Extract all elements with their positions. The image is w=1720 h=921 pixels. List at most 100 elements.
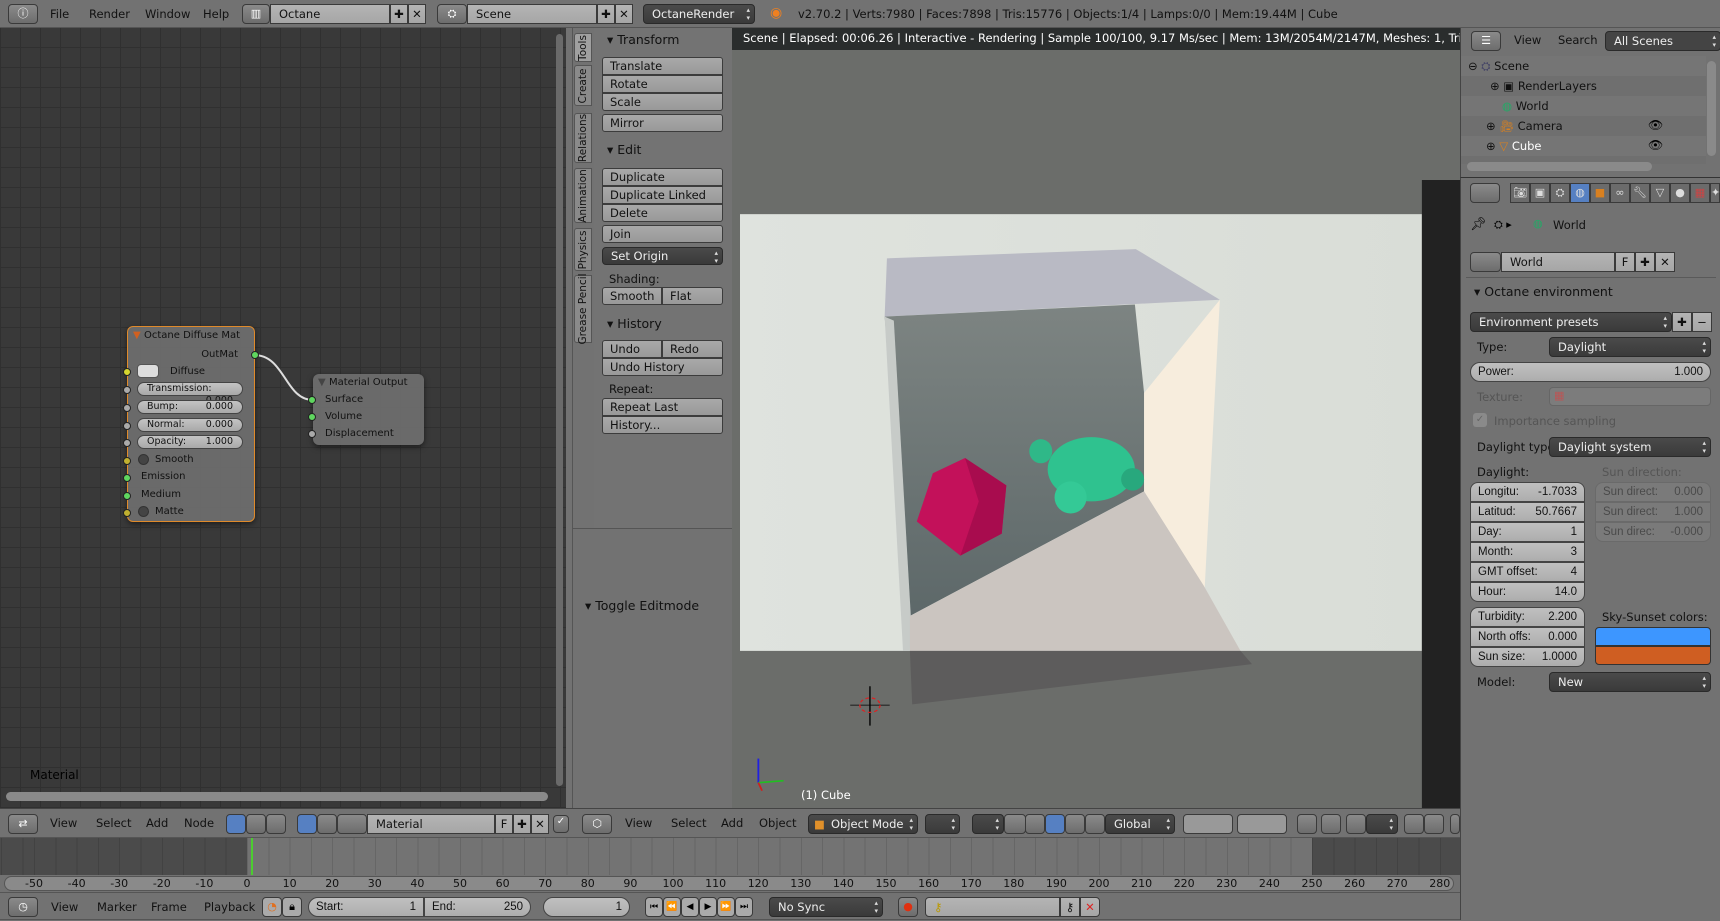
start-frame-field[interactable]: Start: 1 [308, 897, 424, 917]
shader-nodes-icon[interactable] [226, 814, 246, 834]
rotate-button[interactable]: Rotate [602, 75, 723, 93]
daylight-type-dropdown[interactable]: Daylight system [1549, 437, 1711, 457]
collapse-icon[interactable]: ⊖ [1468, 59, 1478, 73]
jump-start-button[interactable]: ⏮ [645, 897, 663, 917]
bump-field[interactable]: Bump: 0.000 [137, 400, 243, 414]
menu-add[interactable]: Add [146, 809, 168, 837]
turbidity-field[interactable]: Turbidity: 2.200 [1470, 607, 1585, 627]
camera-visibility-eye-icon[interactable]: 👁︎ [1648, 118, 1663, 132]
node-material-output[interactable]: ▼ Material Output Surface Volume Displac… [308, 374, 424, 445]
lock-range-icon[interactable]: 🔒︎ [282, 897, 302, 917]
history-panel-header[interactable]: ▾ History [607, 316, 662, 331]
outliner-item-cube[interactable]: ⊕ ▽ Cube [1486, 136, 1720, 156]
emission-socket[interactable] [123, 474, 131, 482]
layers-group-1[interactable] [1183, 814, 1233, 834]
tab-tools[interactable]: Tools [574, 33, 592, 62]
cube-visibility-eye-icon[interactable]: 👁︎ [1648, 138, 1663, 152]
environment-presets-dropdown[interactable]: Environment presets [1470, 312, 1672, 332]
join-button[interactable]: Join [602, 225, 723, 243]
smooth-socket[interactable] [123, 457, 131, 465]
proportional-edit-icon[interactable] [1321, 814, 1341, 834]
timeline[interactable] [0, 838, 1460, 875]
scene-tab-icon[interactable]: ⛭ [1550, 183, 1570, 203]
menu-frame[interactable]: Frame [151, 893, 187, 921]
longitude-field[interactable]: Longitu: -1.7033 [1470, 482, 1585, 502]
pause-render-icon[interactable] [1450, 814, 1460, 834]
world-browse-icon[interactable] [1470, 252, 1501, 272]
model-dropdown[interactable]: New [1549, 672, 1711, 692]
texture-nodes-icon[interactable] [266, 814, 286, 834]
play-reverse-button[interactable]: ◀ [681, 897, 699, 917]
set-origin-dropdown[interactable]: Set Origin [602, 247, 723, 265]
screen-layout-icon[interactable]: ▥ [242, 4, 270, 24]
diffuse-socket[interactable] [123, 368, 131, 376]
redo-button[interactable]: Redo [662, 340, 723, 358]
world-remove-button[interactable]: ✕ [1655, 252, 1675, 272]
jump-keyframe-forward-button[interactable]: ⏩ [717, 897, 735, 917]
snap-icon[interactable] [1346, 814, 1366, 834]
octane-environment-panel-header[interactable]: ▾ Octane environment [1474, 284, 1613, 299]
repeat-last-button[interactable]: Repeat Last [602, 398, 723, 416]
sun-direction-y-field[interactable]: Sun direct: 1.000 [1595, 502, 1711, 522]
end-frame-field[interactable]: End: 250 [424, 897, 531, 917]
render-engine-dropdown[interactable]: OctaneRender [643, 4, 755, 24]
current-frame-field[interactable]: 1 [543, 897, 630, 917]
sun-direction-z-field[interactable]: Sun direc: -0.000 [1595, 522, 1711, 542]
playhead[interactable] [251, 838, 254, 875]
edit-panel-header[interactable]: ▾ Edit [607, 142, 641, 157]
shade-smooth-button[interactable]: Smooth [602, 287, 662, 305]
screen-name-field[interactable]: Octane [270, 4, 390, 24]
sun-size-field[interactable]: Sun size: 1.0000 [1470, 647, 1585, 667]
world-shader-icon[interactable] [317, 814, 337, 834]
material-name-field[interactable]: Material [367, 814, 495, 834]
snap-element-dropdown[interactable] [1366, 814, 1398, 834]
outliner-item-renderlayers[interactable]: ⊕ ▣ RenderLayers [1490, 76, 1720, 96]
tab-animation[interactable]: Animation [574, 168, 592, 223]
manipulator-toggle-icon[interactable] [1004, 814, 1026, 834]
editor-type-icon[interactable]: ⬡ [582, 814, 612, 834]
outliner-scrollbar-h[interactable] [1467, 162, 1652, 171]
medium-socket[interactable] [123, 492, 131, 500]
world-fake-user-button[interactable]: F [1615, 252, 1635, 272]
rotate-manipulator-icon[interactable] [1065, 814, 1085, 834]
month-field[interactable]: Month: 3 [1470, 542, 1585, 562]
hour-field[interactable]: Hour: 14.0 [1470, 582, 1585, 602]
manipulator-axes-icon[interactable] [1025, 814, 1045, 834]
screen-remove-button[interactable]: ✕ [408, 4, 426, 24]
render-opengl-icon[interactable] [1404, 814, 1424, 834]
expand-icon[interactable]: ⊕ [1486, 139, 1496, 153]
scale-button[interactable]: Scale [602, 93, 723, 111]
object-shader-icon[interactable] [297, 814, 317, 834]
menu-playback[interactable]: Playback [204, 893, 255, 921]
viewport-shading-dropdown[interactable] [925, 814, 960, 834]
play-button[interactable]: ▶ [699, 897, 717, 917]
keying-set-field[interactable]: ⚷ [925, 897, 1060, 917]
menu-select[interactable]: Select [96, 809, 131, 837]
day-field[interactable]: Day: 1 [1470, 522, 1585, 542]
jump-end-button[interactable]: ⏭ [735, 897, 753, 917]
material-add-button[interactable]: ✚ [513, 814, 531, 834]
outliner-item-scene[interactable]: ⊖ ⛭ Scene [1468, 56, 1708, 76]
world-add-button[interactable]: ✚ [1635, 252, 1655, 272]
sun-direction-x-field[interactable]: Sun direct: 0.000 [1595, 482, 1711, 502]
diffuse-color-swatch[interactable] [137, 364, 159, 378]
timeline-editor-icon[interactable]: ◷ [8, 897, 38, 917]
gmt-offset-field[interactable]: GMT offset: 4 [1470, 562, 1585, 582]
node-octane-diffuse-mat[interactable]: ▼ Octane Diffuse Mat OutMat Diffuse Tran… [123, 326, 259, 522]
constraints-tab-icon[interactable]: ∞ [1610, 183, 1630, 203]
normal-field[interactable]: Normal: 0.000 [137, 418, 243, 432]
node-editor-scrollbar-h[interactable] [6, 792, 548, 801]
menu-view[interactable]: View [625, 809, 652, 837]
menu-window[interactable]: Window [145, 0, 190, 28]
particles-tab-icon[interactable]: ✦ [1710, 183, 1720, 203]
menu-object[interactable]: Object [759, 809, 796, 837]
compositing-nodes-icon[interactable] [246, 814, 266, 834]
modifiers-tab-icon[interactable]: 🔧︎ [1630, 183, 1650, 203]
interaction-mode-dropdown[interactable]: ■ Object Mode [808, 814, 918, 834]
tab-grease-pencil[interactable]: Grease Pencil [574, 273, 592, 345]
scene-name-field[interactable]: Scene [467, 4, 597, 24]
preset-add-button[interactable]: ✚ [1672, 312, 1692, 332]
transmission-socket[interactable] [123, 386, 131, 394]
surface-socket[interactable] [308, 396, 316, 404]
power-slider[interactable]: Power: 1.000 [1470, 362, 1711, 382]
